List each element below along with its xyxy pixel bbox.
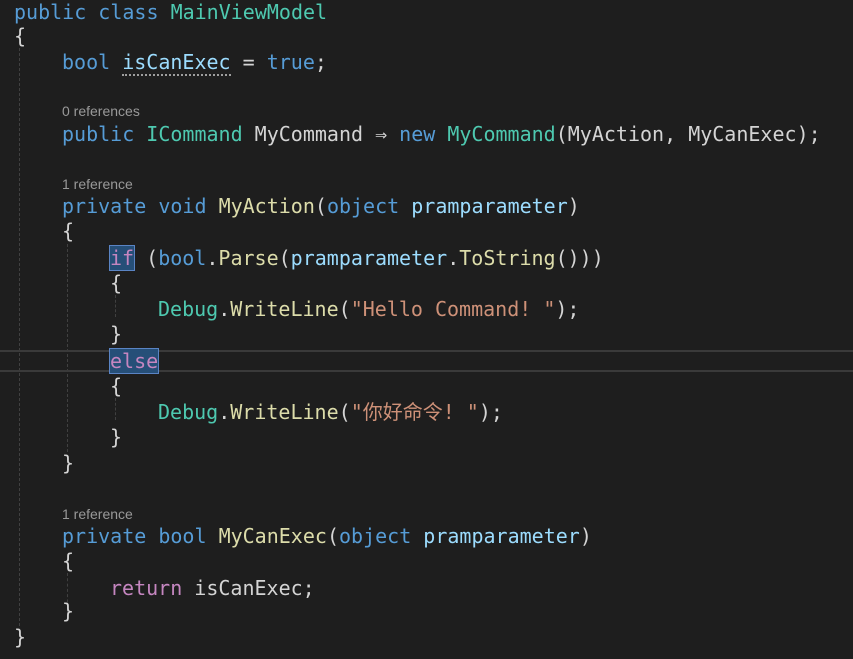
keyword-class: class (98, 0, 159, 24)
indent-guide (115, 398, 116, 420)
keyword-true: true (266, 50, 315, 74)
keyword-new: new (399, 122, 436, 146)
method-name[interactable]: MyAction (219, 194, 315, 218)
codelens-references[interactable]: 1 reference (62, 506, 133, 522)
keyword-else[interactable]: else (108, 348, 160, 374)
class-name[interactable]: MainViewModel (171, 0, 328, 24)
method-writeline[interactable]: WriteLine (230, 400, 338, 424)
argument-action[interactable]: MyAction (568, 122, 664, 146)
keyword-public: public (14, 0, 87, 24)
argument-canexec[interactable]: MyCanExec (688, 122, 796, 146)
statement-tail: ); (796, 122, 821, 146)
parameter-ref[interactable]: pramparameter (291, 246, 448, 270)
keyword-bool: bool (158, 524, 207, 548)
keyword-private: private (62, 524, 147, 548)
keyword-void: void (158, 194, 207, 218)
canexec-method-signature[interactable]: private bool MyCanExec(object pramparame… (62, 524, 592, 548)
lambda-arrow: ⇒ (363, 122, 400, 146)
brace: { (14, 24, 27, 48)
field-line[interactable]: bool isCanExec = true; (62, 50, 327, 76)
if-open-brace: { (110, 271, 123, 295)
keyword-bool: bool (62, 50, 111, 74)
semicolon: ; (302, 576, 315, 600)
assign-operator: = (230, 50, 267, 74)
keyword-return: return (110, 576, 183, 600)
field-name[interactable]: isCanExec (122, 50, 231, 76)
string-literal: "Hello Command! " (350, 297, 556, 321)
return-value[interactable]: isCanExec (194, 576, 302, 600)
keyword-public: public (62, 122, 135, 146)
method-tostring[interactable]: ToString (459, 246, 555, 270)
method-close-brace: } (62, 599, 75, 623)
indent-guide (67, 244, 68, 452)
return-statement-line[interactable]: return isCanExec; (110, 576, 315, 600)
ctor-name[interactable]: MyCommand (447, 122, 555, 146)
method-close-brace: } (62, 451, 75, 475)
type-icommand[interactable]: ICommand (146, 122, 242, 146)
keyword-if[interactable]: if (108, 245, 136, 271)
keyword-private: private (62, 194, 147, 218)
indent-guide (115, 295, 116, 317)
method-open-brace: { (62, 219, 75, 243)
class-debug[interactable]: Debug (158, 400, 218, 424)
else-close-brace: } (110, 425, 123, 449)
class-declaration-line[interactable]: public class MainViewModel (14, 0, 327, 24)
parameter-name[interactable]: pramparameter (423, 524, 580, 548)
codelens-references[interactable]: 0 references (62, 103, 140, 119)
class-open-brace: { (14, 24, 26, 48)
semicolon: ; (314, 50, 327, 74)
method-name[interactable]: MyCanExec (219, 524, 327, 548)
keyword-object: object (338, 524, 412, 548)
statement-tail: ())) (555, 246, 604, 270)
writeline-hello-line[interactable]: Debug.WriteLine("Hello Command! "); (158, 297, 579, 321)
else-line[interactable]: else (108, 348, 160, 374)
writeline-nihao-line[interactable]: Debug.WriteLine("你好命令! "); (158, 400, 503, 424)
if-statement-line[interactable]: if (bool.Parse(pramparameter.ToString())… (108, 245, 604, 271)
method-parse[interactable]: Parse (218, 246, 278, 270)
property-name[interactable]: MyCommand (255, 122, 363, 146)
code-editor[interactable]: public class MainViewModel { bool isCanE… (0, 0, 853, 659)
parameter-name[interactable]: pramparameter (411, 194, 568, 218)
keyword-bool: bool (158, 246, 207, 270)
if-close-brace: } (110, 322, 123, 346)
class-debug[interactable]: Debug (158, 297, 218, 321)
method-writeline[interactable]: WriteLine (230, 297, 338, 321)
statement-tail: ); (555, 297, 580, 321)
keyword-object: object (326, 194, 400, 218)
statement-tail: ); (478, 400, 503, 424)
command-property-line[interactable]: public ICommand MyCommand ⇒ new MyComman… (62, 122, 821, 146)
codelens-references[interactable]: 1 reference (62, 176, 133, 192)
indent-guide (19, 48, 20, 626)
string-literal: "你好命令! " (350, 400, 479, 424)
action-method-signature[interactable]: private void MyAction(object pramparamet… (62, 194, 580, 218)
method-open-brace: { (62, 549, 75, 573)
class-close-brace: } (14, 625, 27, 649)
else-open-brace: { (110, 374, 123, 398)
